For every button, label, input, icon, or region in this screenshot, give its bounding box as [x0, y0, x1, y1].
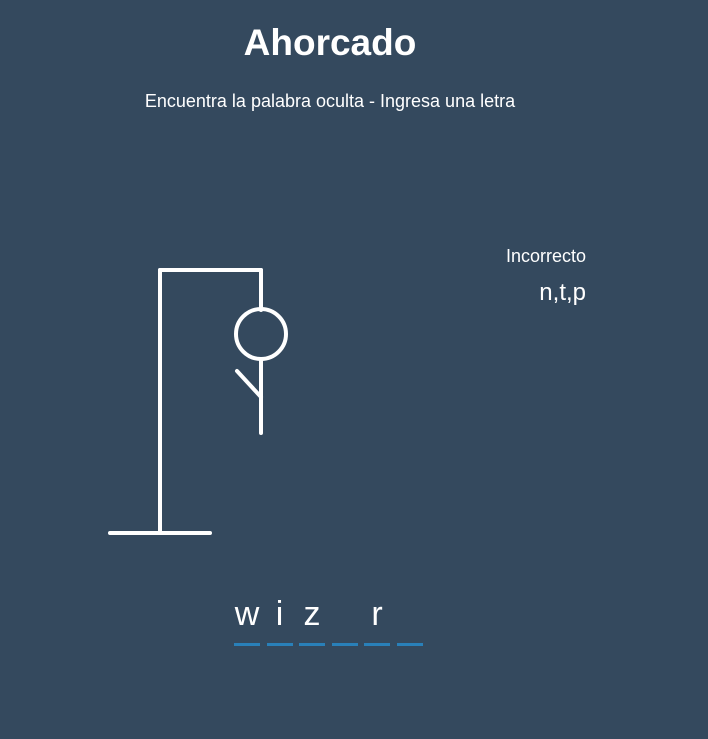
letter-slot: r — [364, 594, 390, 646]
letter-slot: z — [299, 594, 325, 646]
wrong-letters-list: n,t,p — [539, 279, 586, 306]
letter-slot: w — [234, 594, 260, 646]
wrong-letters-panel: Incorrecto n,t,p — [506, 246, 586, 307]
hangman-left-arm — [235, 369, 263, 399]
letter-slot: i — [266, 594, 293, 646]
wrong-letters-heading: Incorrecto — [505, 246, 586, 266]
letter-slot — [331, 594, 358, 646]
hidden-word: w i z r — [234, 594, 429, 646]
hangman-head — [234, 307, 288, 361]
letter-slot — [396, 594, 423, 646]
